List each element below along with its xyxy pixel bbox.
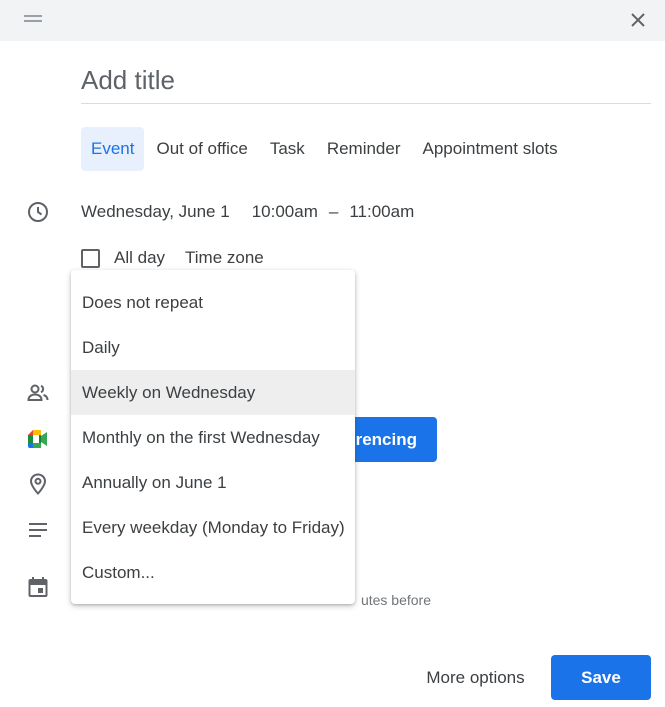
tab-appointment-slots[interactable]: Appointment slots — [413, 127, 568, 171]
dialog-header — [0, 0, 665, 41]
menu-item-custom[interactable]: Custom... — [71, 550, 355, 595]
recurrence-dropdown-menu: Does not repeat Daily Weekly on Wednesda… — [71, 270, 355, 604]
tab-reminder[interactable]: Reminder — [317, 127, 411, 171]
menu-item-every-weekday[interactable]: Every weekday (Monday to Friday) — [71, 505, 355, 550]
location-icon — [29, 473, 47, 495]
google-meet-icon — [28, 430, 47, 448]
menu-item-daily[interactable]: Daily — [71, 325, 355, 370]
description-icon — [29, 523, 47, 537]
menu-item-does-not-repeat[interactable]: Does not repeat — [71, 280, 355, 325]
close-button[interactable] — [624, 6, 652, 34]
clock-icon — [28, 202, 48, 222]
event-type-tabs: Event Out of office Task Reminder Appoin… — [81, 127, 570, 171]
drag-handle-icon[interactable] — [24, 13, 42, 25]
timezone-button[interactable]: Time zone — [185, 248, 264, 268]
calendar-icon — [28, 577, 48, 597]
menu-item-weekly[interactable]: Weekly on Wednesday — [71, 370, 355, 415]
menu-item-annually[interactable]: Annually on June 1 — [71, 460, 355, 505]
tab-event[interactable]: Event — [81, 127, 145, 171]
title-input[interactable] — [81, 64, 651, 104]
end-time-picker[interactable]: 11:00am — [349, 202, 414, 222]
tab-out-of-office[interactable]: Out of office — [146, 127, 257, 171]
allday-row: All day Time zone — [81, 246, 264, 270]
close-icon — [631, 13, 645, 27]
tab-task[interactable]: Task — [260, 127, 315, 171]
more-options-button[interactable]: More options — [410, 656, 541, 700]
menu-item-monthly[interactable]: Monthly on the first Wednesday — [71, 415, 355, 460]
people-icon — [27, 384, 49, 401]
date-picker[interactable]: Wednesday, June 1 — [81, 202, 230, 222]
save-button[interactable]: Save — [551, 655, 651, 700]
allday-checkbox[interactable] — [81, 248, 100, 268]
event-datetime: Wednesday, June 1 10:00am – 11:00am — [81, 200, 436, 224]
time-separator: – — [328, 202, 339, 221]
start-time-picker[interactable]: 10:00am — [252, 202, 318, 222]
allday-label: All day — [114, 248, 166, 267]
